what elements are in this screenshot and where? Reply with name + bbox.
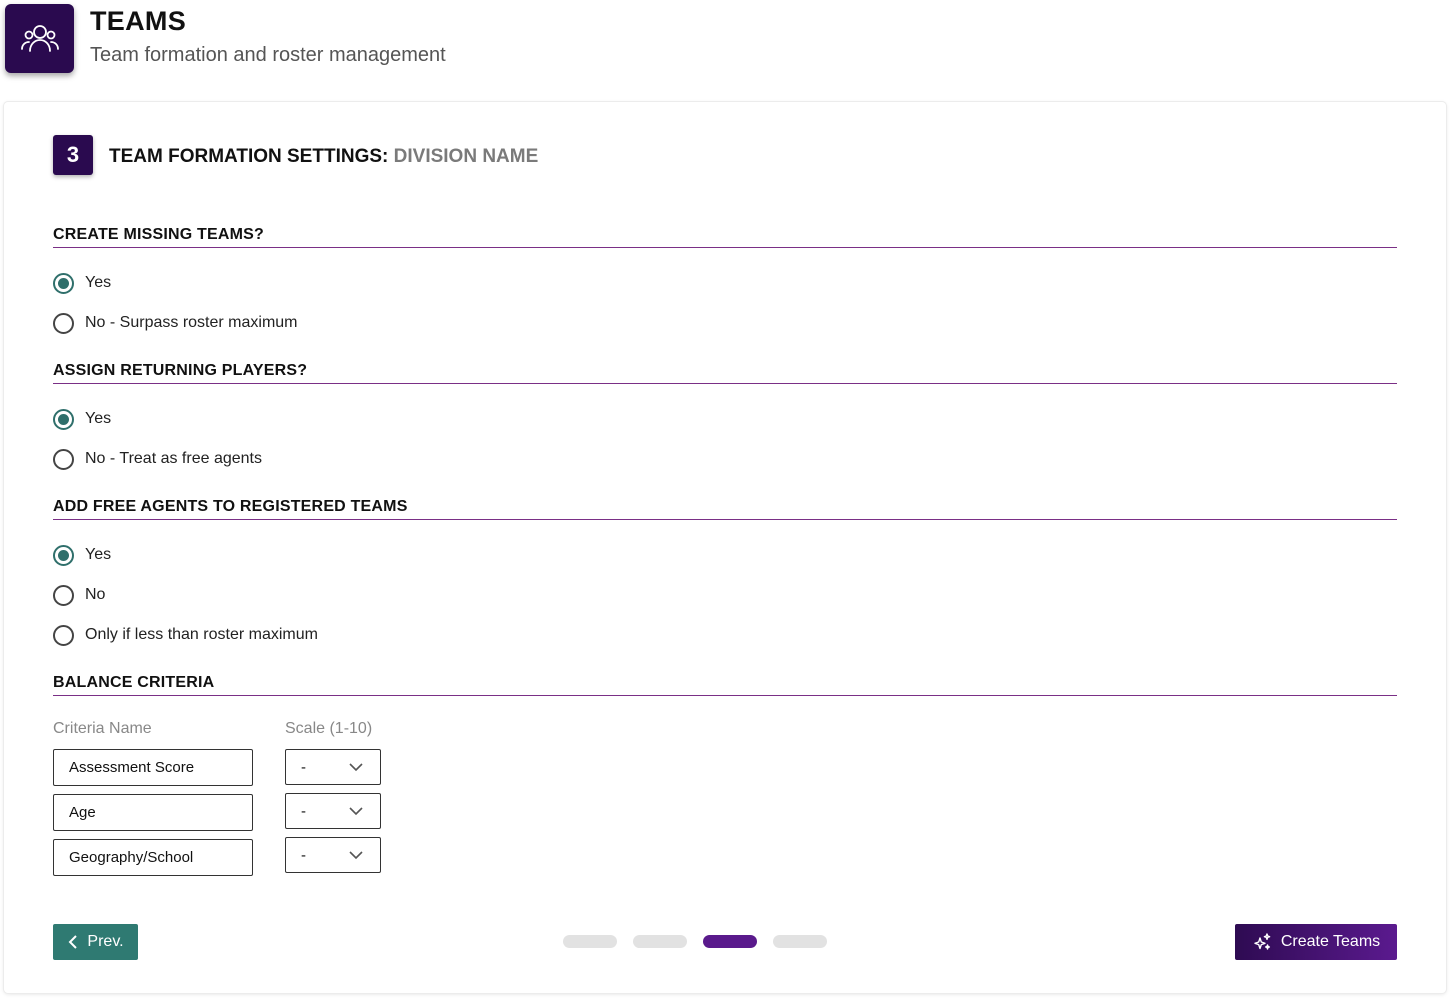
radio-label: No - Surpass roster maximum (85, 314, 298, 331)
scale-select-value: - (301, 846, 306, 864)
step-title: TEAM FORMATION SETTINGS: DIVISION NAME (109, 146, 538, 168)
app-subtitle: Team formation and roster management (90, 44, 446, 66)
radio-option-free-agents-yes[interactable]: Yes (53, 543, 111, 567)
radio-option-assign-no[interactable]: No - Treat as free agents (53, 447, 262, 471)
radio-label: Only if less than roster maximum (85, 626, 318, 643)
radio-option-free-agents-no[interactable]: No (53, 583, 105, 607)
criteria-name-input[interactable]: Assessment Score (53, 749, 253, 786)
radio-option-assign-yes[interactable]: Yes (53, 407, 111, 431)
step-dot-4[interactable] (773, 935, 827, 948)
section-heading: ADD FREE AGENTS TO REGISTERED TEAMS (53, 498, 1397, 520)
criteria-name-column-label: Criteria Name (53, 720, 152, 737)
radio-option-create-yes[interactable]: Yes (53, 271, 111, 295)
app-title: TEAMS (90, 6, 186, 36)
radio-button[interactable] (53, 624, 74, 646)
section-create-missing-teams: CREATE MISSING TEAMS? Yes No - Surpass r… (53, 226, 1397, 336)
chevron-down-icon (349, 851, 363, 860)
create-teams-button[interactable]: Create Teams (1235, 924, 1397, 960)
sparkles-icon (1254, 933, 1271, 950)
scale-select[interactable]: - (285, 837, 381, 873)
scale-column-label: Scale (1-10) (285, 720, 373, 737)
step-title-main: TEAM FORMATION SETTINGS: (109, 146, 389, 167)
section-add-free-agents: ADD FREE AGENTS TO REGISTERED TEAMS Yes … (53, 498, 1397, 648)
step-progress-indicator (563, 935, 843, 948)
chevron-down-icon (349, 763, 363, 772)
radio-button[interactable] (53, 584, 74, 606)
chevron-left-icon (69, 935, 78, 949)
section-heading: CREATE MISSING TEAMS? (53, 226, 1397, 248)
app-header: TEAMS Team formation and roster manageme… (0, 0, 1450, 100)
criteria-name-input[interactable]: Age (53, 794, 253, 831)
step-dot-2[interactable] (633, 935, 687, 948)
app-logo (5, 4, 74, 73)
scale-select[interactable]: - (285, 749, 381, 785)
radio-option-free-agents-conditional[interactable]: Only if less than roster maximum (53, 623, 318, 647)
create-teams-label: Create Teams (1280, 933, 1381, 950)
radio-label: Yes (85, 274, 112, 291)
scale-select[interactable]: - (285, 793, 381, 829)
radio-button-checked[interactable] (53, 544, 74, 566)
radio-label: No - Treat as free agents (85, 450, 262, 467)
scale-select-value: - (301, 802, 306, 820)
section-heading: BALANCE CRITERIA (53, 674, 1397, 696)
radio-label: No (85, 586, 106, 603)
chevron-down-icon (349, 807, 363, 816)
scale-select-value: - (301, 758, 306, 776)
prev-button[interactable]: Prev. (53, 924, 138, 960)
settings-card: 3 TEAM FORMATION SETTINGS: DIVISION NAME… (4, 102, 1446, 993)
step-dot-1[interactable] (563, 935, 617, 948)
people-group-icon (20, 24, 59, 52)
prev-button-label: Prev. (87, 933, 124, 950)
radio-button-checked[interactable] (53, 408, 74, 430)
section-balance-criteria: BALANCE CRITERIA Criteria Name Scale (1-… (53, 674, 1397, 884)
step-dot-3-active[interactable] (703, 935, 757, 948)
radio-button-checked[interactable] (53, 272, 74, 294)
step-number-badge: 3 (53, 135, 93, 175)
section-assign-returning-players: ASSIGN RETURNING PLAYERS? Yes No - Treat… (53, 362, 1397, 472)
radio-button[interactable] (53, 312, 74, 334)
section-heading: ASSIGN RETURNING PLAYERS? (53, 362, 1397, 384)
radio-label: Yes (85, 546, 112, 563)
radio-option-create-no[interactable]: No - Surpass roster maximum (53, 311, 298, 335)
step-title-division: DIVISION NAME (393, 146, 539, 167)
criteria-name-input[interactable]: Geography/School (53, 839, 253, 876)
radio-button[interactable] (53, 448, 74, 470)
radio-label: Yes (85, 410, 112, 427)
